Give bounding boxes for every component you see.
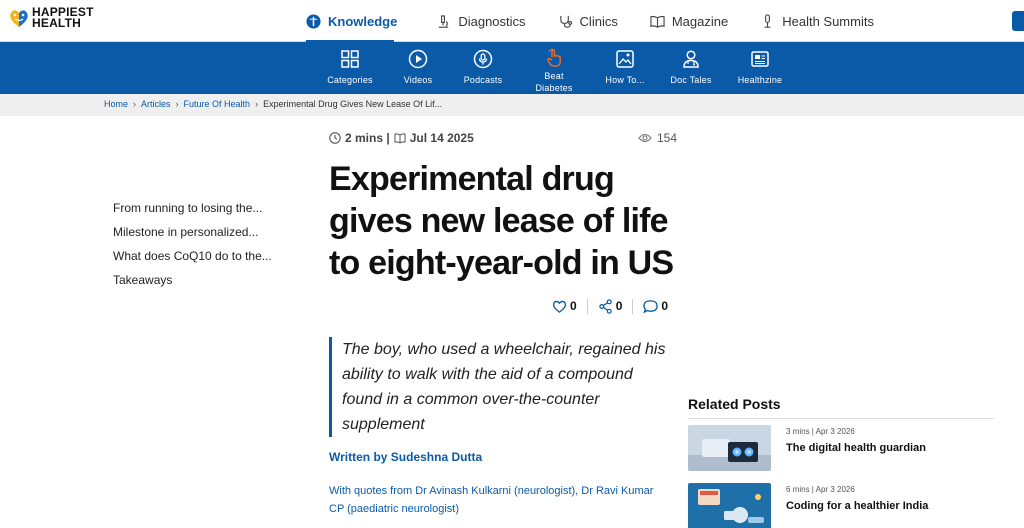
book-open-icon [394,133,406,144]
like-button[interactable]: 0 [552,299,587,314]
share-button[interactable]: 0 [586,298,633,314]
toc-item[interactable]: Takeaways [113,272,283,288]
topnav-diagnostics[interactable]: Diagnostics [436,0,541,42]
grid-icon [341,50,359,68]
article-actions: 0 0 0 [552,296,678,316]
comment-count: 0 [661,299,669,313]
topnav-label: Magazine [671,13,729,29]
breadcrumb: Home › Articles › Future Of Health › Exp… [104,99,442,109]
topnav-label: Knowledge [328,13,398,29]
image-icon [616,50,634,68]
stethoscope-icon [559,15,572,28]
category-navigation: Categories Videos Podcasts Beat Diabetes… [0,42,1024,94]
author-byline[interactable]: Written by Sudeshna Dutta [329,450,482,464]
table-of-contents: From running to losing the... Milestone … [113,200,283,296]
cat-categories[interactable]: Categories [326,42,374,94]
share-count: 0 [615,299,623,313]
views-number: 154 [657,131,678,145]
cat-label: Videos [403,75,433,85]
view-count: 154 [638,131,677,145]
cat-label: Categories [327,75,373,85]
cat-doc-tales[interactable]: Doc Tales [668,42,714,94]
play-icon [408,49,428,69]
book-icon [650,15,665,28]
cat-label: How To... [605,75,645,85]
like-count: 0 [570,299,577,313]
logo-heart-icon [10,10,28,27]
finger-tap-icon [547,48,561,67]
breadcrumb-section[interactable]: Future Of Health [184,99,251,109]
doctor-icon [683,50,699,68]
comment-icon [643,299,659,314]
breadcrumb-current: Experimental Drug Gives New Lease Of Lif… [263,99,443,109]
breadcrumb-articles[interactable]: Articles [141,99,171,109]
heart-icon [552,300,567,313]
toc-item[interactable]: Milestone in personalized... [113,224,283,240]
post-thumbnail [688,483,771,528]
newspaper-icon [751,51,769,67]
cat-videos[interactable]: Videos [400,42,436,94]
mic-icon [764,13,771,28]
breadcrumb-bar: Home › Articles › Future Of Health › Exp… [0,94,1024,116]
knowledge-icon [306,13,321,29]
breadcrumb-home[interactable]: Home [104,99,128,109]
topnav-label: Health Summits [782,13,874,29]
article-summary: The boy, who used a wheelchair, regained… [329,337,669,437]
chevron-right-icon: › [133,99,137,109]
topnav-magazine[interactable]: Magazine [650,0,744,42]
publish-date: Jul 14 2025 [409,131,474,145]
related-posts-heading: Related Posts [688,396,781,412]
logo-line2: HEALTH [32,16,81,30]
top-header: HAPPIEST HEALTH Knowledge Diagnostics Cl… [0,0,1024,42]
topnav-clinics[interactable]: Clinics [558,0,634,42]
post-meta: 3 mins | Apr 3 2026 [786,427,855,436]
topnav-knowledge[interactable]: Knowledge [306,0,420,42]
corner-menu-button[interactable] [1012,11,1024,31]
topnav-label: Diagnostics [458,13,526,29]
eye-icon [638,133,652,143]
topnav-health-summits[interactable]: Health Summits [760,0,890,42]
clock-icon [329,132,341,144]
cat-how-to[interactable]: How To... [602,42,648,94]
post-title: The digital health guardian [786,442,926,454]
read-time: 2 mins | [345,131,390,145]
toc-item[interactable]: From running to losing the... [113,200,283,216]
comment-button[interactable]: 0 [632,298,678,314]
chevron-right-icon: › [175,99,179,109]
share-icon [598,298,612,314]
related-post[interactable]: 6 mins | Apr 3 2026 Coding for a healthi… [688,483,998,528]
post-meta: 6 mins | Apr 3 2026 [786,485,855,494]
quotes-credits: With quotes from Dr Avinash Kulkarni (ne… [329,485,654,515]
cat-healthzine[interactable]: Healthzine [735,42,785,94]
microscope-icon [439,14,449,28]
related-divider [688,418,994,419]
coding-illustration-image [688,483,771,528]
cat-label: Healthzine [737,75,783,85]
brain-scan-image [688,425,771,471]
post-thumbnail [688,425,771,471]
toc-item[interactable]: What does CoQ10 do to the... [113,248,283,264]
cat-label: Podcasts [463,75,503,85]
top-navigation: Knowledge Diagnostics Clinics Magazine H… [306,0,906,42]
cat-label: Beat Diabetes [535,71,573,93]
post-title: Coding for a healthier India [786,500,929,512]
cat-beat-diabetes[interactable]: Beat Diabetes [529,42,579,94]
podcast-icon [473,49,493,69]
article-title: Experimental drug gives new lease of lif… [329,160,674,282]
cat-label: Doc Tales [670,75,712,85]
topnav-label: Clinics [579,13,618,29]
related-post[interactable]: 3 mins | Apr 3 2026 The digital health g… [688,425,998,471]
site-logo[interactable]: HAPPIEST HEALTH [9,6,94,30]
cat-podcasts[interactable]: Podcasts [460,42,506,94]
chevron-right-icon: › [255,99,259,109]
article-meta: 2 mins | Jul 14 2025 [329,131,474,145]
